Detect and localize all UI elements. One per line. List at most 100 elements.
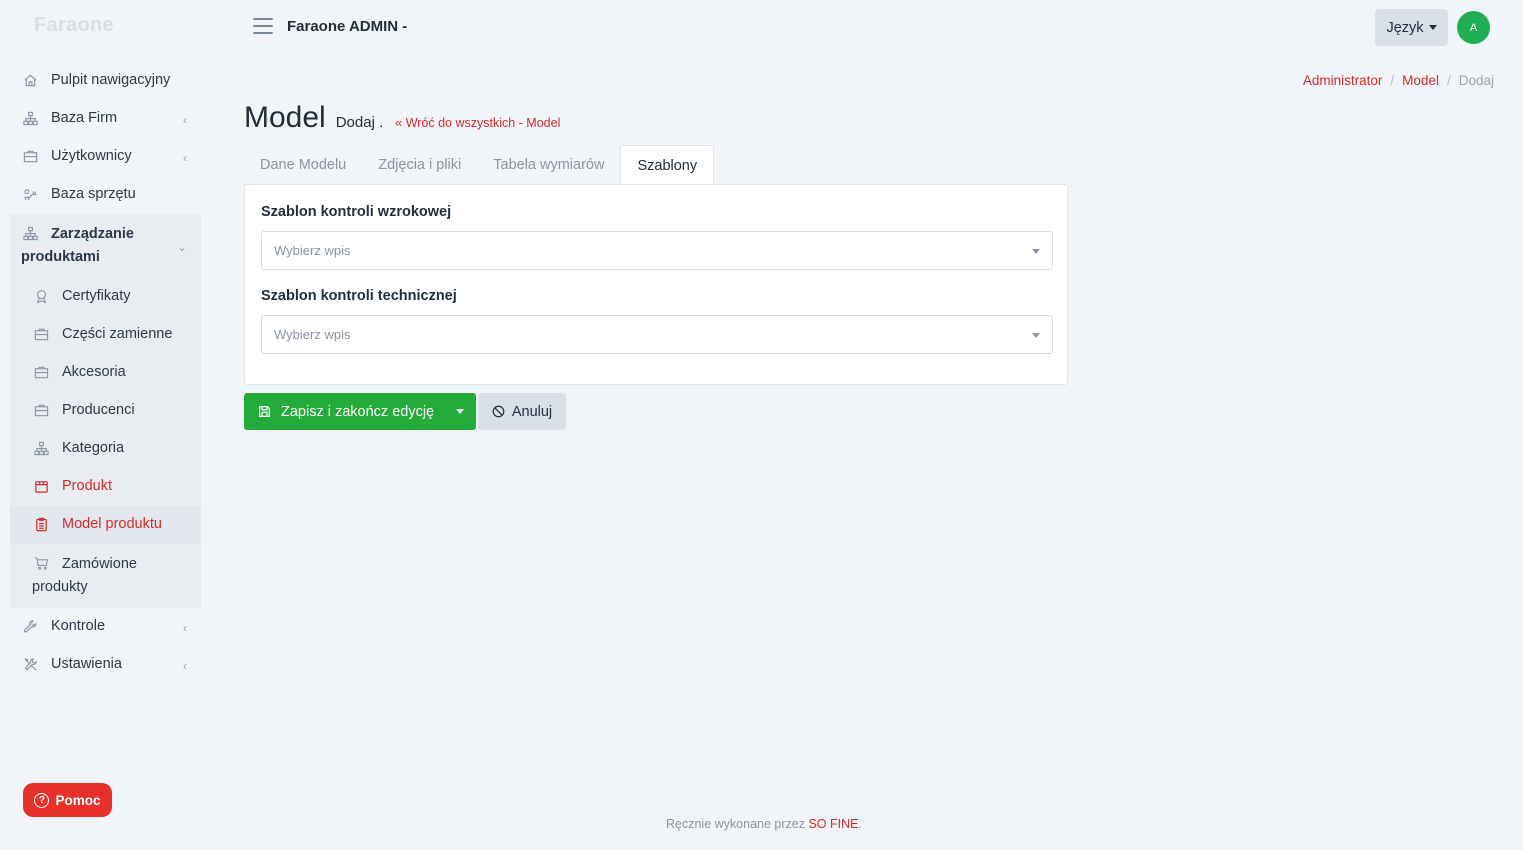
sidebar-item-settings[interactable]: Ustawienia ‹	[10, 646, 201, 684]
cancel-label: Anuluj	[511, 403, 553, 420]
briefcase-icon	[32, 325, 50, 343]
cart-icon	[32, 555, 50, 573]
box-icon	[32, 477, 50, 495]
footer-link[interactable]: SO FINE	[808, 817, 858, 831]
sidebar-item-label: Baza sprzętu	[51, 186, 136, 202]
save-options-dropdown[interactable]	[444, 393, 476, 430]
wrench-icon	[21, 617, 39, 635]
technical-template-label: Szablon kontroli technicznej	[261, 288, 457, 304]
clipboard-icon	[32, 515, 50, 533]
breadcrumb-separator: /	[1446, 73, 1451, 88]
ban-icon	[492, 405, 505, 418]
tab-dimension-table[interactable]: Tabela wymiarów	[477, 145, 620, 185]
caret-down-icon	[456, 409, 464, 414]
cancel-button[interactable]: Anuluj	[478, 393, 566, 430]
save-button-group: Zapisz i zakończ edycję	[244, 393, 476, 430]
help-button[interactable]: ? Pomoc	[23, 783, 112, 817]
page-heading: Model Dodaj . « Wróć do wszystkich - Mod…	[244, 101, 560, 135]
sidebar-item-equipment[interactable]: Baza sprzętu	[10, 176, 201, 214]
sidebar-item-label: Ustawienia	[51, 656, 122, 672]
sidebar: Faraone Pulpit nawigacyjny Baza Firm ‹ U…	[0, 0, 212, 850]
sitemap-icon	[21, 225, 39, 243]
topbar-title: Faraone ADMIN -	[287, 18, 408, 35]
double-chevron-left-icon: «	[395, 116, 403, 130]
technical-template-placeholder: Wybierz wpis	[274, 327, 351, 342]
visual-template-placeholder: Wybierz wpis	[274, 243, 351, 258]
sidebar-item-label: Baza Firm	[51, 110, 118, 126]
sidebar-item-label: Kategoria	[62, 440, 125, 456]
page-title: Model	[244, 101, 326, 134]
tab-images-files[interactable]: Zdjęcia i pliki	[362, 145, 477, 185]
tools-icon	[21, 655, 39, 673]
briefcase-icon	[32, 401, 50, 419]
sidebar-item-label: Użytkownicy	[51, 148, 132, 164]
chevron-left-icon: ‹	[183, 621, 187, 635]
hamburger-line	[253, 25, 273, 27]
back-link[interactable]: « Wróć do wszystkich - Model	[395, 116, 560, 130]
breadcrumb-item-model[interactable]: Model	[1402, 73, 1439, 88]
sidebar-item-label: Pulpit nawigacyjny	[51, 72, 171, 88]
back-link-label: Wróć do wszystkich - Model	[405, 116, 561, 130]
sidebar-item-label: Części zamienne	[62, 326, 173, 342]
breadcrumb-item-current: Dodaj	[1458, 73, 1494, 88]
save-and-finish-button[interactable]: Zapisz i zakończ edycję	[244, 404, 444, 420]
chevron-left-icon: ‹	[183, 113, 187, 127]
chevron-left-icon: ‹	[183, 659, 187, 673]
sidebar-item-label: Certyfikaty	[62, 288, 131, 304]
sidebar-item-producers[interactable]: Producenci	[10, 392, 201, 430]
save-label: Zapisz i zakończ edycję	[281, 403, 435, 420]
avatar[interactable]: A	[1457, 11, 1490, 44]
sidebar-item-label: Producenci	[62, 402, 135, 418]
chevron-down-icon: ⌄	[176, 240, 187, 254]
breadcrumb-item-administrator[interactable]: Administrator	[1303, 73, 1383, 88]
help-label: Pomoc	[55, 792, 101, 808]
sidebar-item-controls[interactable]: Kontrole ‹	[10, 608, 201, 646]
tab-templates[interactable]: Szablony	[620, 145, 715, 186]
sidebar-item-dashboard[interactable]: Pulpit nawigacyjny	[10, 62, 201, 100]
footer-text: Ręcznie wykonane przez	[666, 817, 805, 831]
hamburger-icon	[253, 18, 273, 20]
hamburger-line	[253, 32, 273, 34]
sidebar-group-products: Zarządzanie produktami ⌄ Certyfikaty Czę…	[10, 214, 201, 608]
footer-period: .	[858, 817, 862, 831]
language-dropdown[interactable]: Język	[1375, 9, 1448, 46]
save-icon	[258, 405, 271, 418]
technical-template-select[interactable]: Wybierz wpis	[261, 315, 1053, 354]
sidebar-item-ordered-products[interactable]: Zamówione produkty	[10, 544, 201, 608]
question-circle-icon: ?	[34, 792, 50, 808]
chevron-left-icon: ‹	[183, 151, 187, 165]
page-subtitle: Dodaj .	[335, 114, 384, 131]
footer-text-wrap: Ręcznie wykonane przez SO FINE.	[666, 817, 862, 831]
sitemap-icon	[21, 109, 39, 127]
sidebar-item-spare-parts[interactable]: Części zamienne	[10, 316, 201, 354]
sidebar-item-product[interactable]: Produkt	[10, 468, 201, 506]
tab-model-data[interactable]: Dane Modelu	[244, 145, 362, 185]
sidebar-item-accessories[interactable]: Akcesoria	[10, 354, 201, 392]
language-label: Język	[1386, 19, 1424, 36]
caret-down-icon	[1032, 333, 1040, 338]
caret-down-icon	[1032, 249, 1040, 254]
sidebar-item-users[interactable]: Użytkownicy ‹	[10, 138, 201, 176]
sidebar-item-label: Produkt	[62, 478, 112, 494]
brand-logo[interactable]: Faraone	[34, 14, 114, 37]
home-icon	[21, 71, 39, 89]
sidebar-item-certificates[interactable]: Certyfikaty	[10, 278, 201, 316]
sidebar-item-label: Kontrole	[51, 618, 106, 634]
tabs: Dane Modelu Zdjęcia i pliki Tabela wymia…	[244, 145, 715, 186]
briefcase-icon	[21, 147, 39, 165]
sidebar-item-companies[interactable]: Baza Firm ‹	[10, 100, 201, 138]
sidebar-nav: Pulpit nawigacyjny Baza Firm ‹ Użytkowni…	[10, 62, 201, 684]
sidebar-item-product-model[interactable]: Model produktu	[10, 506, 201, 544]
breadcrumb-separator: /	[1390, 73, 1395, 88]
sidebar-item-category[interactable]: Kategoria	[10, 430, 201, 468]
templates-card: Szablon kontroli wzrokowej Wybierz wpis …	[244, 184, 1068, 385]
caret-down-icon	[1428, 25, 1437, 30]
sidebar-item-label: Akcesoria	[62, 364, 126, 380]
wrench-icon	[21, 185, 39, 203]
briefcase-icon	[32, 363, 50, 381]
visual-template-select[interactable]: Wybierz wpis	[261, 231, 1053, 270]
sidebar-item-product-management[interactable]: Zarządzanie produktami ⌄	[10, 214, 201, 278]
sitemap-icon	[32, 439, 50, 457]
menu-toggle-button[interactable]	[253, 18, 273, 34]
sidebar-item-label: Model produktu	[62, 516, 162, 532]
